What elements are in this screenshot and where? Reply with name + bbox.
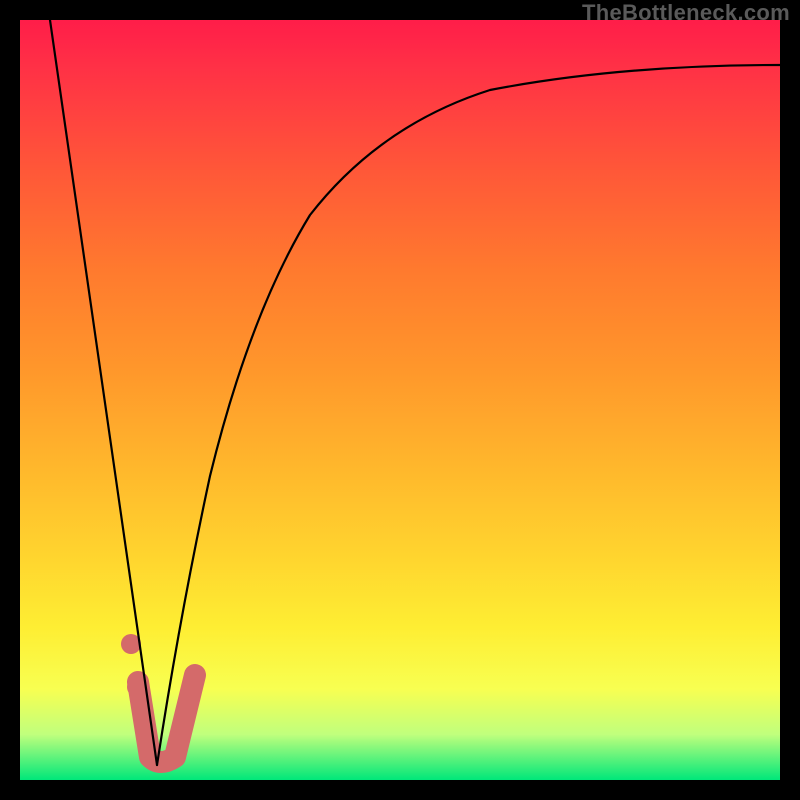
curve-left-line <box>50 20 157 765</box>
chart-svg <box>20 20 780 780</box>
chart-frame: TheBottleneck.com <box>0 0 800 800</box>
curve-right-arc <box>157 65 780 765</box>
